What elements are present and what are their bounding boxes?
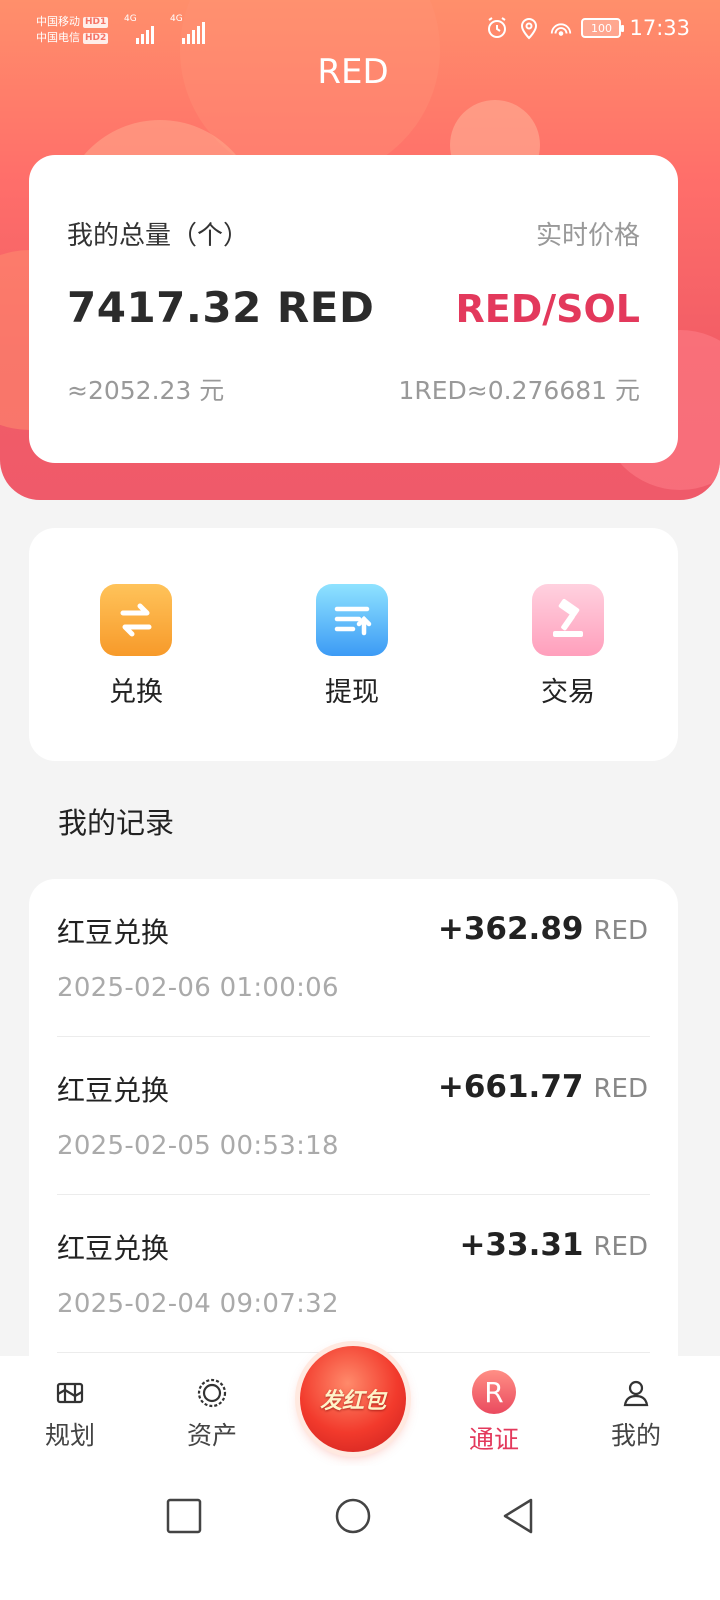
recent-apps-button[interactable]: [164, 1496, 204, 1536]
carrier-2: 中国电信: [36, 31, 80, 44]
person-icon: [619, 1376, 653, 1410]
nav-label-assets: 资产: [186, 1421, 237, 1450]
carrier-info: 中国移动 HD1 中国电信 HD2: [36, 14, 109, 46]
trade-label: 交易: [541, 677, 595, 708]
exchange-icon: [100, 584, 172, 656]
nav-item-assets[interactable]: 资产: [167, 1376, 257, 1452]
status-time: 17:33: [629, 16, 690, 40]
records-list: 红豆兑换 +362.89 RED 2025-02-06 01:00:06 红豆兑…: [29, 879, 678, 1399]
list-item[interactable]: 红豆兑换 +661.77 RED 2025-02-05 00:53:18: [29, 1037, 678, 1195]
status-bar: 中国移动 HD1 中国电信 HD2 4G 4G 100 17:33: [0, 0, 720, 60]
record-time: 2025-02-06 01:00:06: [57, 973, 339, 1003]
signal-2-icon: 4G: [170, 14, 210, 44]
actions-card: 兑换 提现 交易: [29, 528, 678, 761]
record-time: 2025-02-04 09:07:32: [57, 1289, 339, 1319]
auction-hammer-icon: [532, 584, 604, 656]
withdraw-icon: [316, 584, 388, 656]
alarm-icon: [485, 16, 509, 40]
status-right: 100 17:33: [485, 16, 690, 40]
price-label: 实时价格: [535, 221, 640, 251]
record-amount: +33.31 RED: [459, 1227, 648, 1263]
total-label: 我的总量（个）: [67, 221, 250, 251]
carrier-1-badge: HD1: [83, 16, 109, 28]
exchange-button[interactable]: 兑换: [76, 584, 196, 709]
signal-1-icon: 4G: [124, 14, 164, 44]
record-amount: +661.77 RED: [438, 1069, 648, 1105]
approx-value: ≈2052.23 元: [67, 376, 225, 405]
record-amount-unit: RED: [593, 916, 648, 946]
assets-icon: [195, 1376, 229, 1410]
nav-label-mine: 我的: [610, 1421, 661, 1450]
record-time: 2025-02-05 00:53:18: [57, 1131, 339, 1161]
withdraw-label: 提现: [325, 677, 379, 708]
token-r-icon: R: [472, 1370, 516, 1414]
withdraw-button[interactable]: 提现: [292, 584, 412, 709]
trading-pair[interactable]: RED/SOL: [455, 287, 640, 331]
back-button[interactable]: [498, 1496, 538, 1536]
record-amount-unit: RED: [593, 1074, 648, 1104]
map-icon: [53, 1376, 87, 1410]
trade-button[interactable]: 交易: [508, 584, 628, 709]
nav-item-mine[interactable]: 我的: [591, 1376, 681, 1452]
balance-card: 我的总量（个） 实时价格 7417.32 RED RED/SOL ≈2052.2…: [29, 155, 678, 463]
record-amount-value: +362.89: [437, 911, 584, 947]
location-icon: [517, 16, 541, 40]
send-red-packet-button[interactable]: 发红包: [300, 1346, 406, 1452]
send-red-packet-label: 发红包: [319, 1389, 386, 1414]
record-amount-value: +33.31: [459, 1227, 584, 1263]
total-amount: 7417.32 RED: [67, 283, 375, 332]
records-title: 我的记录: [58, 806, 175, 840]
record-name: 红豆兑换: [57, 916, 170, 949]
record-amount-unit: RED: [593, 1232, 648, 1262]
carrier-2-badge: HD2: [83, 32, 109, 44]
list-item[interactable]: 红豆兑换 +33.31 RED 2025-02-04 09:07:32: [29, 1195, 678, 1353]
nav-label-token: 通证: [468, 1425, 519, 1454]
page-title: RED: [317, 52, 389, 92]
carrier-1: 中国移动: [36, 15, 80, 28]
signal-indicators: 4G 4G: [124, 14, 210, 44]
unit-price: 1RED≈0.276681 元: [398, 376, 640, 405]
home-button[interactable]: [333, 1496, 373, 1536]
system-nav-bar: [0, 1466, 720, 1600]
record-name: 红豆兑换: [57, 1232, 170, 1265]
nav-item-plan[interactable]: 规划: [25, 1376, 115, 1452]
record-amount: +362.89 RED: [438, 911, 648, 947]
battery-icon: 100: [581, 18, 625, 38]
exchange-label: 兑换: [109, 677, 163, 708]
record-amount-value: +661.77: [437, 1069, 584, 1105]
list-item[interactable]: 红豆兑换 +362.89 RED 2025-02-06 01:00:06: [29, 879, 678, 1037]
nav-item-token[interactable]: R 通证: [449, 1370, 539, 1456]
nav-label-plan: 规划: [44, 1421, 95, 1450]
record-name: 红豆兑换: [57, 1074, 170, 1107]
hotspot-icon: [549, 16, 573, 40]
